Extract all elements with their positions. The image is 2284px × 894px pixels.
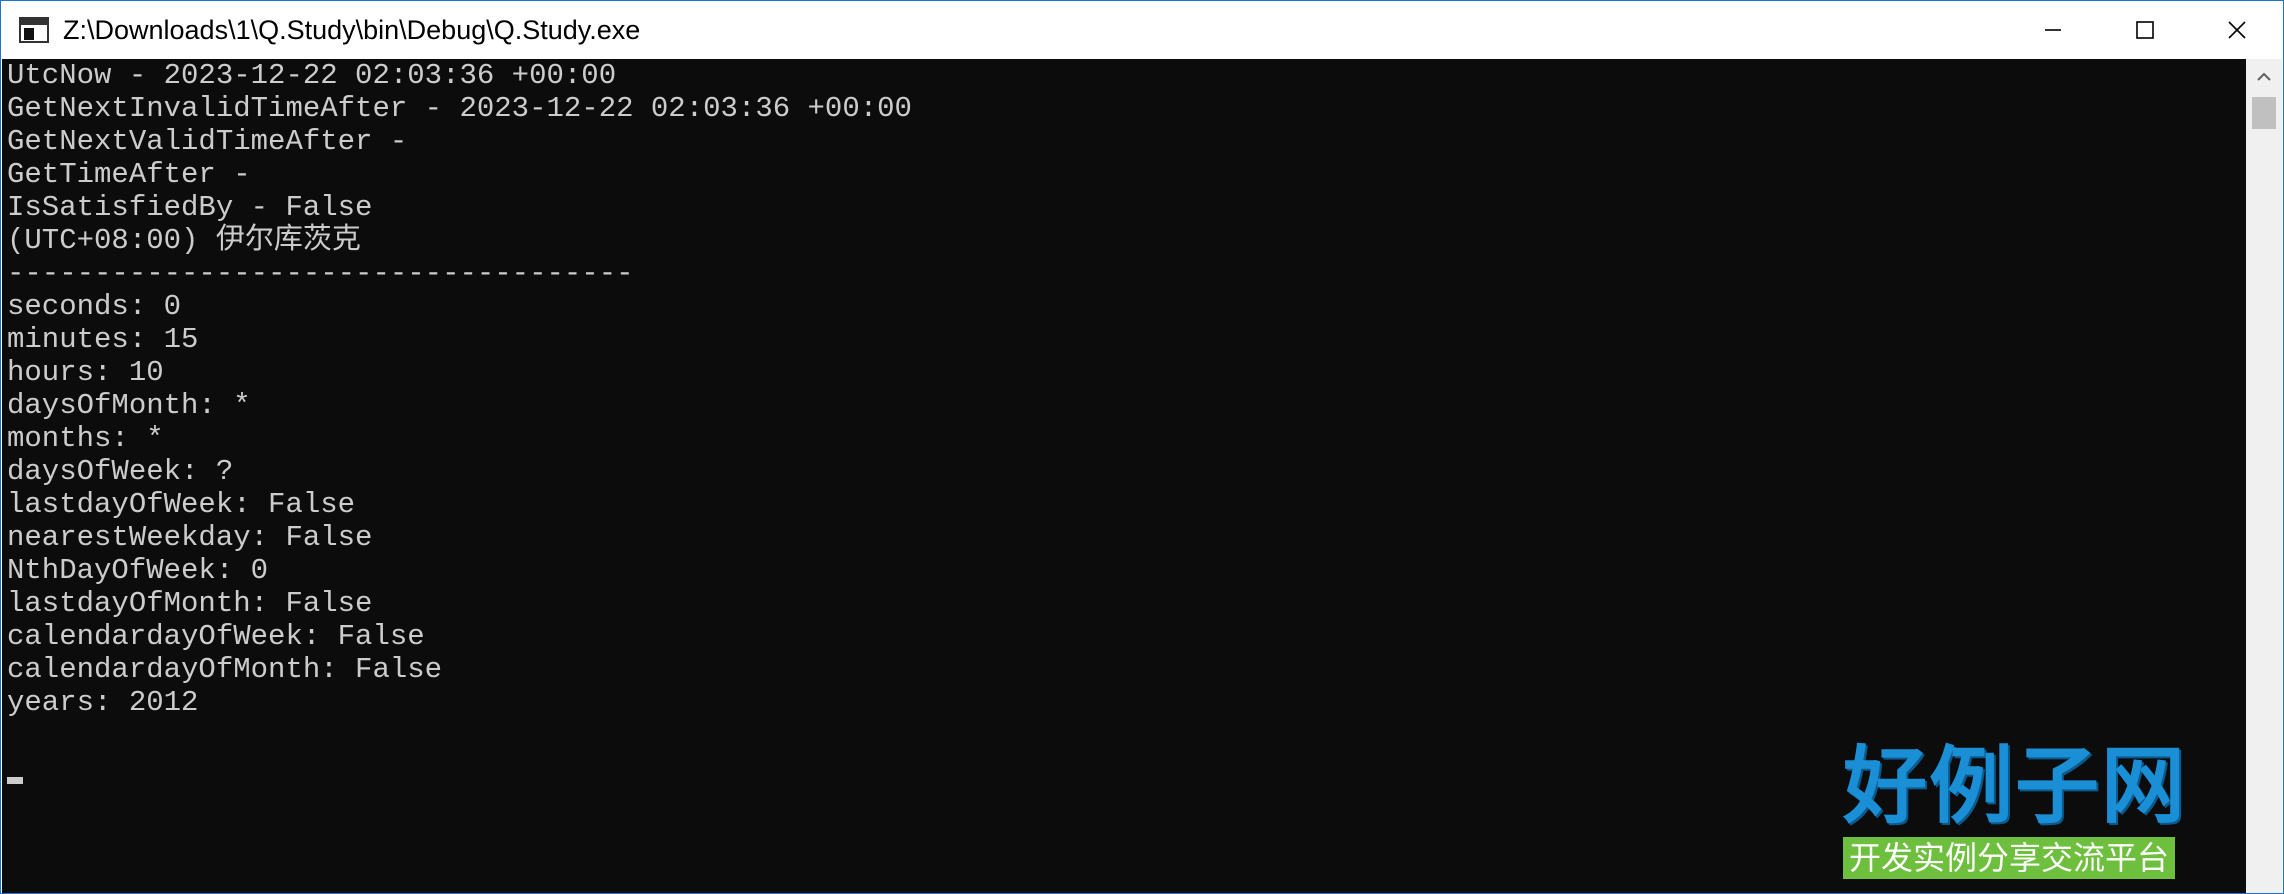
console-line: nearestWeekday: False bbox=[7, 521, 373, 554]
maximize-icon bbox=[2136, 21, 2154, 39]
console-line: months: * bbox=[7, 422, 164, 455]
console-line: lastdayOfMonth: False bbox=[7, 587, 373, 620]
vertical-scrollbar[interactable] bbox=[2246, 59, 2282, 893]
console-line: UtcNow - 2023-12-22 02:03:36 +00:00 bbox=[7, 59, 617, 92]
console-line: lastdayOfWeek: False bbox=[7, 488, 356, 521]
console-window: Z:\Downloads\1\Q.Study\bin\Debug\Q.Study… bbox=[0, 0, 2284, 894]
minimize-icon bbox=[2045, 29, 2061, 31]
maximize-button[interactable] bbox=[2099, 1, 2191, 59]
window-controls bbox=[2007, 1, 2283, 59]
window-title: Z:\Downloads\1\Q.Study\bin\Debug\Q.Study… bbox=[63, 14, 641, 45]
close-icon bbox=[2228, 21, 2246, 39]
console-line: hours: 10 bbox=[7, 356, 164, 389]
console-line: calendardayOfMonth: False bbox=[7, 653, 443, 686]
console-line: years: 2012 bbox=[7, 686, 199, 719]
console-line: GetNextValidTimeAfter - bbox=[7, 125, 408, 158]
console-line: daysOfMonth: * bbox=[7, 389, 251, 422]
console-line: calendardayOfWeek: False bbox=[7, 620, 425, 653]
watermark-title: 好例子网 bbox=[1843, 737, 2188, 835]
console-line: GetTimeAfter - bbox=[7, 158, 251, 191]
console-line: GetNextInvalidTimeAfter - 2023-12-22 02:… bbox=[7, 92, 912, 125]
console-lines: UtcNow - 2023-12-22 02:03:36 +00:00 GetN… bbox=[2, 59, 2246, 719]
title-bar[interactable]: Z:\Downloads\1\Q.Study\bin\Debug\Q.Study… bbox=[1, 1, 2283, 59]
console-line: (UTC+08:00) 伊尔库茨克 bbox=[7, 224, 361, 257]
minimize-button[interactable] bbox=[2007, 1, 2099, 59]
scroll-up-button[interactable] bbox=[2246, 59, 2282, 95]
console-line: seconds: 0 bbox=[7, 290, 182, 323]
scroll-thumb[interactable] bbox=[2252, 97, 2276, 129]
close-button[interactable] bbox=[2191, 1, 2283, 59]
chevron-up-icon bbox=[2257, 72, 2271, 81]
console-line: IsSatisfiedBy - False bbox=[7, 191, 373, 224]
text-cursor bbox=[7, 777, 23, 784]
console-line: daysOfWeek: ? bbox=[7, 455, 234, 488]
console-line: minutes: 15 bbox=[7, 323, 199, 356]
console-line: NthDayOfWeek: 0 bbox=[7, 554, 269, 587]
watermark-subtitle: 开发实例分享交流平台 bbox=[1843, 837, 2176, 879]
console-app-icon[interactable] bbox=[19, 17, 49, 43]
watermark-logo: 好例子网 开发实例分享交流平台 bbox=[1843, 739, 2223, 889]
console-line: ------------------------------------ bbox=[7, 257, 634, 290]
